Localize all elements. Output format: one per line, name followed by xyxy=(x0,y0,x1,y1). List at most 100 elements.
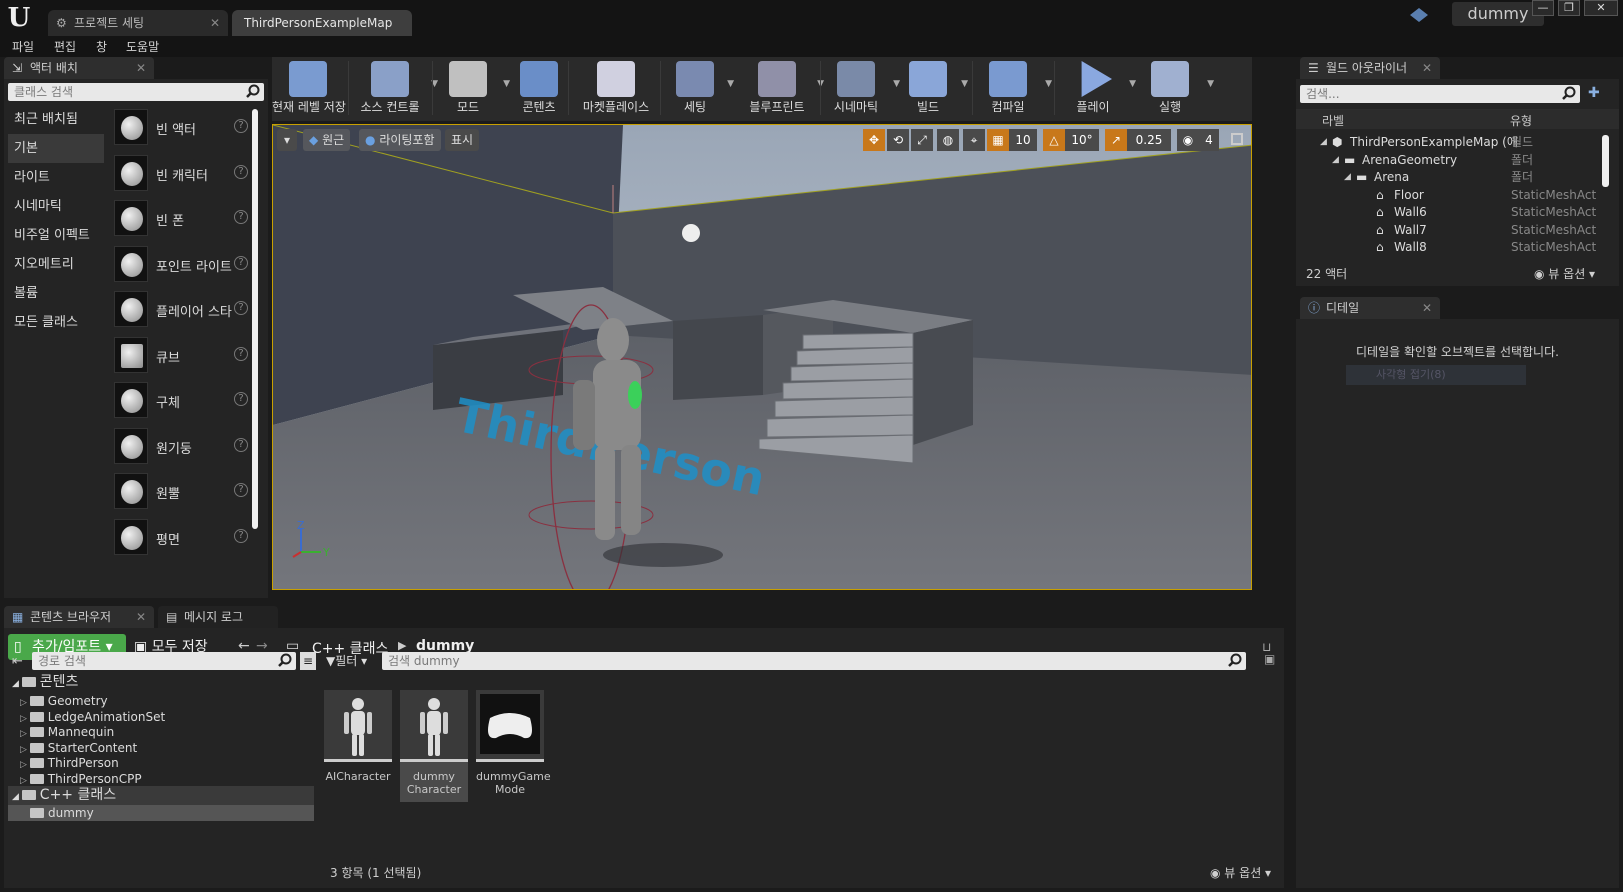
save-search-icon[interactable]: ▣ xyxy=(1264,652,1275,666)
help-icon[interactable]: ? xyxy=(234,483,248,497)
outliner-row[interactable]: ◢ ▬ Arena 폴더 xyxy=(1296,168,1600,186)
visibility-eye-icon[interactable] xyxy=(1306,190,1318,199)
toolbar-marketplace-button[interactable]: 마켓플레이스 xyxy=(576,57,656,117)
tree-folder[interactable]: ▷ Geometry xyxy=(20,693,108,709)
path-search-input[interactable]: 경로 검색 xyxy=(32,652,296,670)
place-actor-item[interactable]: 평면? xyxy=(110,515,252,559)
tree-folder[interactable]: ▷ LedgeAnimationSet xyxy=(20,709,165,725)
world-local-icon[interactable]: ◍ xyxy=(937,129,959,151)
outliner-view-options[interactable]: ◉ 뷰 옵션 ▾ xyxy=(1534,265,1595,282)
expand-arrow-icon[interactable]: ◢ xyxy=(1320,133,1327,151)
asset-tile[interactable]: dummyGame Mode xyxy=(476,690,551,802)
outliner-search-input[interactable]: 검색... xyxy=(1300,85,1580,103)
help-icon[interactable]: ? xyxy=(234,437,248,452)
tree-cpp-dummy[interactable]: dummy xyxy=(8,805,314,821)
dropdown-arrow-icon[interactable]: ▼ xyxy=(503,79,510,89)
viewport-options-button[interactable]: ▾ xyxy=(277,129,297,151)
place-actor-item[interactable]: 빈 액터? xyxy=(110,105,252,149)
scale-tool-icon[interactable]: ⤢ xyxy=(911,129,933,151)
maximize-button[interactable]: ❐ xyxy=(1558,0,1580,16)
place-actor-item[interactable]: 플레이어 스타? xyxy=(110,287,252,331)
help-icon[interactable]: ? xyxy=(234,255,248,270)
place-actor-item[interactable]: 큐브? xyxy=(110,333,252,377)
place-actor-item[interactable]: 원뿔? xyxy=(110,469,252,513)
place-actor-item[interactable]: 빈 폰? xyxy=(110,196,252,240)
dropdown-arrow-icon[interactable]: ▼ xyxy=(893,79,900,89)
tab-place-actors[interactable]: ⇲ 액터 배치 ✕ xyxy=(4,57,154,79)
tree-toggle-icon[interactable]: ⇤ xyxy=(12,654,23,669)
place-actor-item[interactable]: 구체? xyxy=(110,378,252,422)
menu-edit[interactable]: 편집 xyxy=(54,38,76,57)
tree-folder[interactable]: ▷ ThirdPersonCPP xyxy=(20,771,142,787)
close-window-button[interactable]: ✕ xyxy=(1584,0,1618,16)
place-actor-item[interactable]: 포인트 라이트? xyxy=(110,242,252,286)
category-item[interactable]: 모든 클래스 xyxy=(8,308,104,337)
help-icon[interactable]: ? xyxy=(234,346,248,361)
rotation-snap-icon[interactable]: △ xyxy=(1043,129,1065,151)
column-type[interactable]: 유형 xyxy=(1510,112,1532,129)
dropdown-arrow-icon[interactable]: ▼ xyxy=(1207,79,1214,89)
surface-snap-icon[interactable]: ⌖ xyxy=(963,129,985,151)
tree-folder[interactable]: ▷ StarterContent xyxy=(20,740,137,756)
category-item[interactable]: 기본 xyxy=(8,134,104,163)
minimize-button[interactable]: — xyxy=(1532,0,1554,16)
toolbar-source-control-button[interactable]: 소스 컨트롤 ▼ xyxy=(354,57,438,117)
place-actor-item[interactable]: 빈 캐릭터? xyxy=(110,151,252,195)
camera-speed-value[interactable]: 4 xyxy=(1199,129,1219,151)
camera-speed-icon[interactable]: ◉ xyxy=(1177,129,1199,151)
toolbar-modes-button[interactable]: 모드 ▼ xyxy=(438,57,510,117)
visibility-eye-icon[interactable] xyxy=(1306,155,1318,164)
help-icon[interactable]: ? xyxy=(234,392,248,406)
toolbar-content-button[interactable]: 콘텐츠 xyxy=(512,57,566,117)
filter-button[interactable]: ▼필터 ▾ xyxy=(326,652,367,670)
toolbar-play-button[interactable]: 플레이 ▼ xyxy=(1062,57,1136,117)
help-icon[interactable]: ? xyxy=(234,210,248,224)
visibility-eye-icon[interactable] xyxy=(1306,225,1318,234)
tree-folder[interactable]: ▷ Mannequin xyxy=(20,724,114,740)
maximize-viewport-icon[interactable] xyxy=(1231,133,1243,145)
tree-folder[interactable]: ▷ ThirdPerson xyxy=(20,755,119,771)
tab-map[interactable]: ThirdPersonExampleMap xyxy=(232,10,412,36)
grid-snap-value[interactable]: 10 xyxy=(1009,129,1037,151)
toolbar-blueprint-button[interactable]: 블루프린트▼ xyxy=(742,57,824,117)
close-icon[interactable]: ✕ xyxy=(136,606,146,628)
help-icon[interactable]: ? xyxy=(234,119,248,133)
outliner-row[interactable]: ⌂ Floor StaticMeshAct xyxy=(1296,186,1600,204)
dropdown-arrow-icon[interactable]: ▼ xyxy=(1129,79,1136,89)
tab-project-settings[interactable]: ⚙ 프로젝트 세팅 ✕ xyxy=(48,10,228,36)
grid-snap-icon[interactable]: ▦ xyxy=(987,129,1009,151)
category-item[interactable]: 볼륨 xyxy=(8,279,104,308)
asset-tile[interactable]: AICharacter xyxy=(324,690,392,802)
close-icon[interactable]: ✕ xyxy=(136,57,146,79)
help-icon[interactable]: ? xyxy=(234,528,248,543)
category-item[interactable]: 최근 배치됨 xyxy=(8,105,104,134)
add-filter-icon[interactable]: ✚ xyxy=(1588,85,1606,103)
toolbar-settings-button[interactable]: 세팅 ▼ xyxy=(668,57,734,117)
outliner-row[interactable]: ⌂ Wall6 StaticMeshAct xyxy=(1296,203,1600,221)
outliner-row[interactable]: ⌂ Wall8 StaticMeshAct xyxy=(1296,238,1600,256)
toolbar-compile-button[interactable]: 컴파일 ▼ xyxy=(976,57,1052,117)
tree-root-cpp[interactable]: ◢ C++ 클래스 xyxy=(8,786,314,805)
expand-arrow-icon[interactable]: ◢ xyxy=(1332,151,1339,169)
place-actor-item[interactable]: 원기둥? xyxy=(110,424,252,468)
dropdown-arrow-icon[interactable]: ▼ xyxy=(727,79,734,89)
close-icon[interactable]: ✕ xyxy=(1422,297,1432,319)
expand-arrow-icon[interactable]: ◢ xyxy=(1344,168,1351,186)
list-view-icon[interactable]: ≡ xyxy=(300,652,316,670)
asset-tile[interactable]: dummy Character xyxy=(400,690,468,802)
show-button[interactable]: 표시 xyxy=(445,129,480,151)
visibility-eye-icon[interactable] xyxy=(1306,137,1318,146)
tab-details[interactable]: ⓘ 디테일 ✕ xyxy=(1300,297,1440,319)
column-label[interactable]: 라벨 xyxy=(1322,112,1344,129)
tab-world-outliner[interactable]: ☰ 월드 아웃라이너 ✕ xyxy=(1300,57,1440,79)
menu-window[interactable]: 창 xyxy=(96,38,107,57)
toolbar-build-button[interactable]: 빌드 ▼ xyxy=(900,57,968,117)
rotation-snap-value[interactable]: 10° xyxy=(1065,129,1099,151)
outliner-row[interactable]: ⌂ Wall7 StaticMeshAct xyxy=(1296,221,1600,239)
category-item[interactable]: 비주얼 이펙트 xyxy=(8,221,104,250)
scale-snap-value[interactable]: 0.25 xyxy=(1127,129,1171,151)
visibility-eye-icon[interactable] xyxy=(1306,242,1318,251)
outliner-scrollbar[interactable] xyxy=(1602,135,1609,187)
view-mode-button[interactable]: ● 라이팅포함 xyxy=(359,129,441,151)
toolbar-launch-button[interactable]: 실행 ▼ xyxy=(1138,57,1214,117)
